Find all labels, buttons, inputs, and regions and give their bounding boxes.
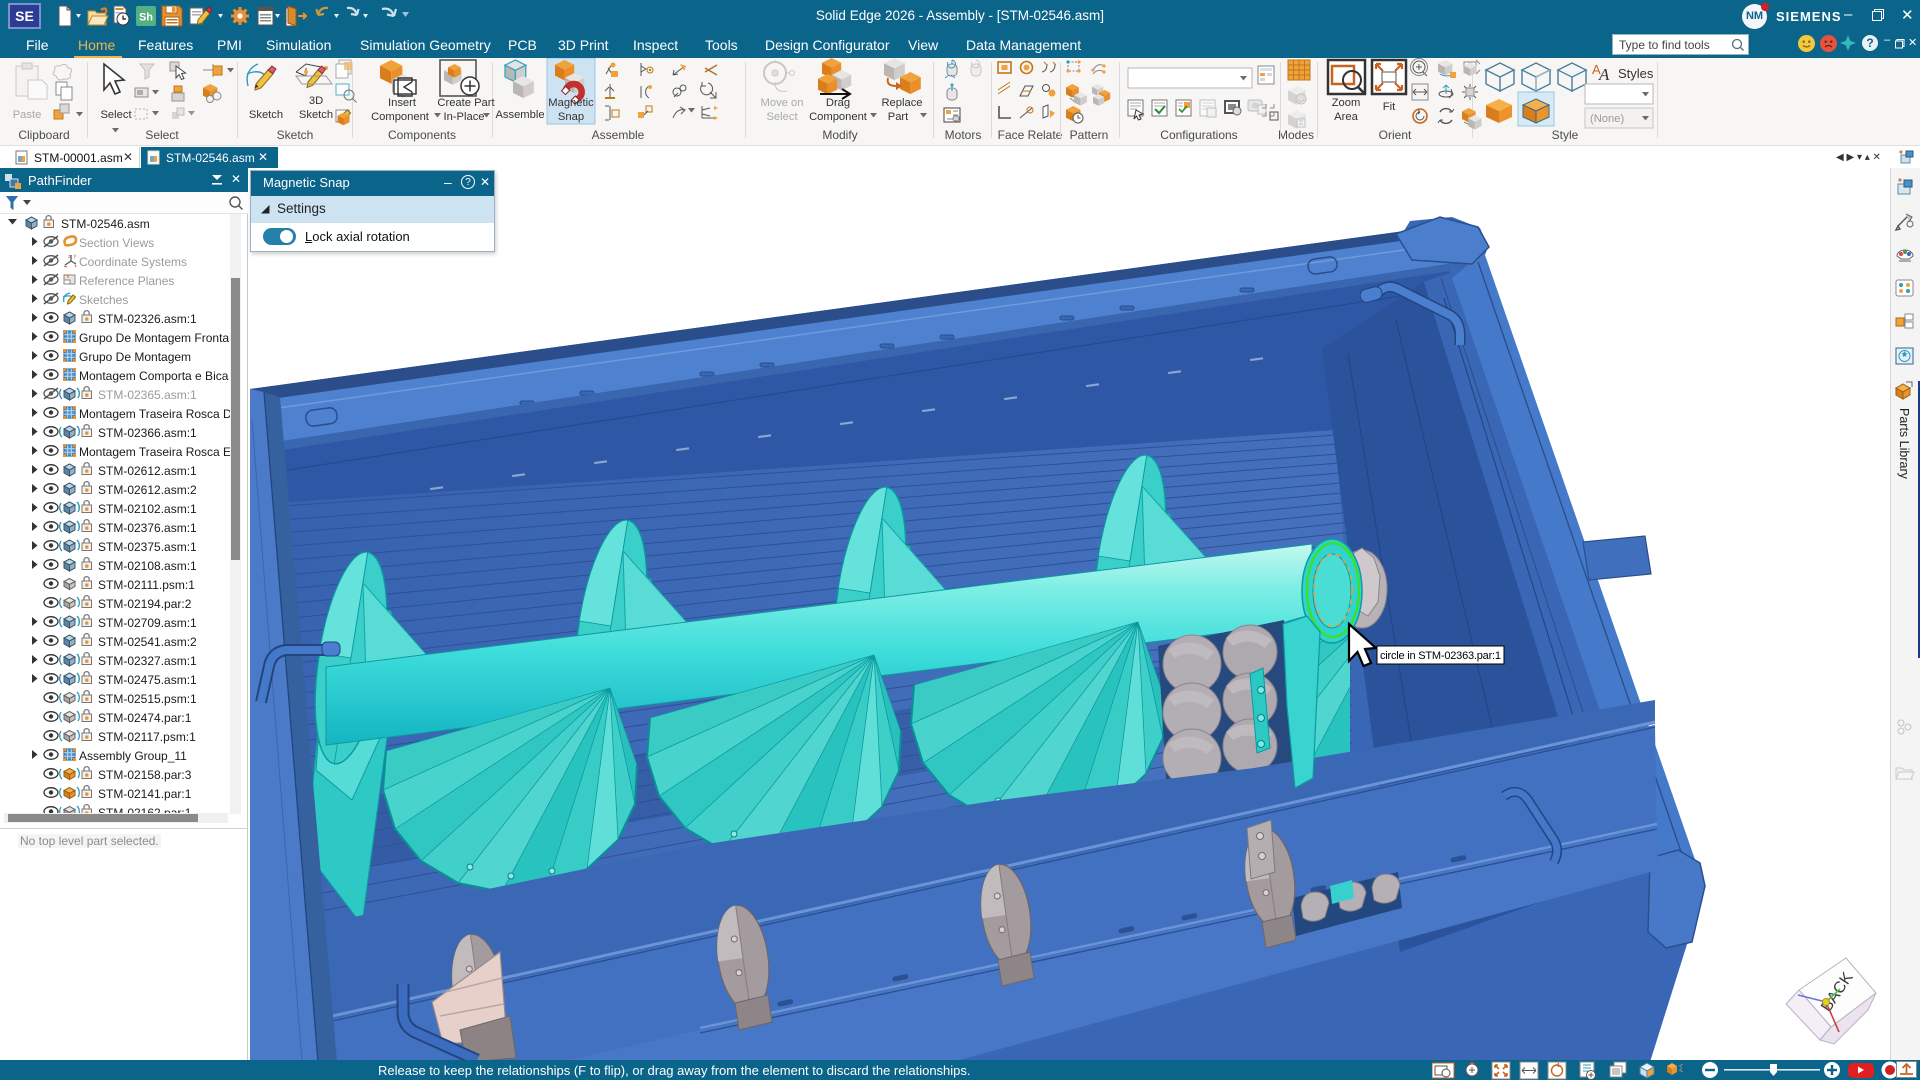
svg-text:Snap: Snap <box>558 111 584 123</box>
svg-text:Insert: Insert <box>388 97 417 109</box>
svg-text:y: y <box>74 254 77 260</box>
svg-text:(None): (None) <box>1590 113 1624 125</box>
svg-text:In-Place: In-Place <box>443 111 484 123</box>
svg-text:Paste: Paste <box>13 109 42 121</box>
svg-text:circle in STM-02363.par:1: circle in STM-02363.par:1 <box>1380 650 1501 662</box>
svg-text:Assemble: Assemble <box>495 109 544 121</box>
svg-text:Create Part: Create Part <box>437 97 495 109</box>
svg-text:Styles: Styles <box>1618 66 1654 81</box>
svg-text:Part: Part <box>888 111 909 123</box>
svg-text:Sketch: Sketch <box>249 109 283 121</box>
svg-text:z: z <box>68 254 71 260</box>
svg-text:3D: 3D <box>309 95 323 107</box>
svg-text:Magnetic: Magnetic <box>548 97 594 109</box>
svg-text:Zoom: Zoom <box>1332 97 1361 109</box>
svg-text:Sketch: Sketch <box>299 109 333 121</box>
svg-text:Fit: Fit <box>1383 101 1396 113</box>
svg-text:Move on: Move on <box>761 97 804 109</box>
svg-text:Replace: Replace <box>881 97 922 109</box>
svg-text:A: A <box>1598 65 1610 84</box>
svg-text:Component: Component <box>371 111 430 123</box>
svg-text:Component: Component <box>809 111 868 123</box>
svg-text:Select: Select <box>766 111 798 123</box>
svg-text:Drag: Drag <box>826 97 850 109</box>
svg-text:Select: Select <box>100 109 132 121</box>
svg-text:Area: Area <box>1334 111 1358 123</box>
